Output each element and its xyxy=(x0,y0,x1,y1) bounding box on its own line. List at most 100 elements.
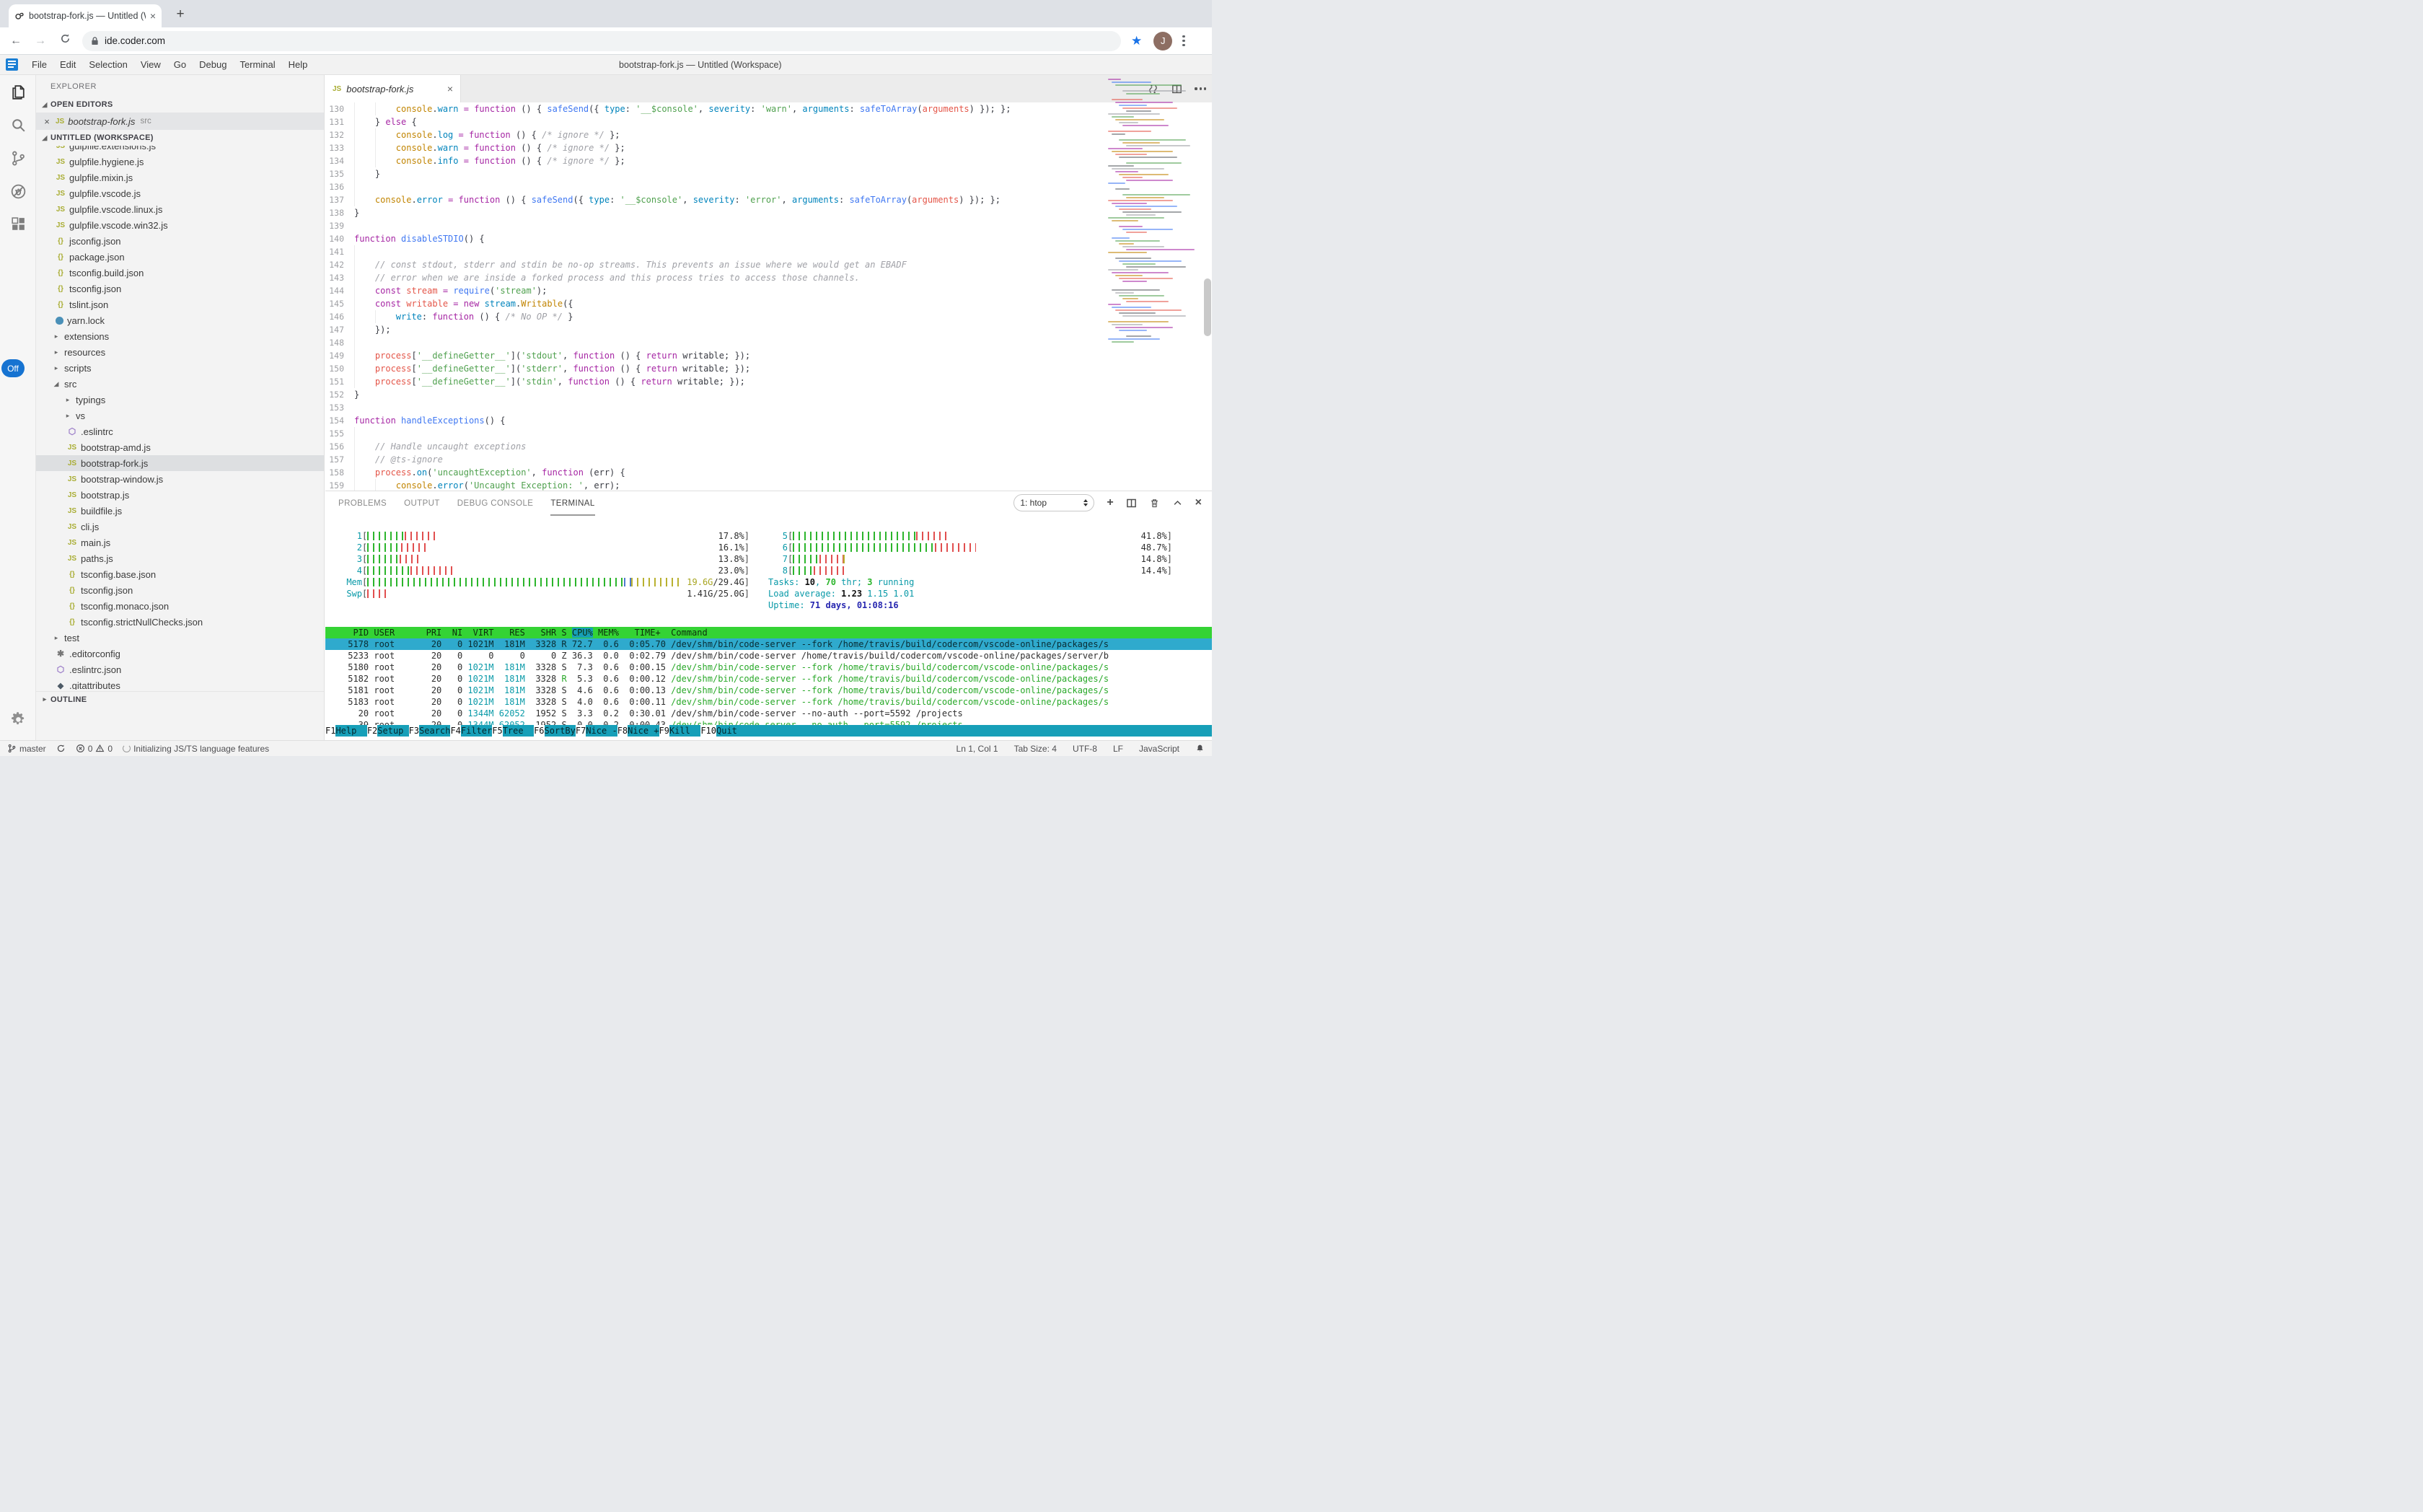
menu-item-go[interactable]: Go xyxy=(167,59,193,70)
tree-item-bootstrap-fork-js[interactable]: JSbootstrap-fork.js xyxy=(36,455,324,471)
htop-fnlabel[interactable]: Quit xyxy=(716,725,747,737)
forward-icon[interactable]: → xyxy=(32,32,49,50)
tree-item--eslintrc[interactable]: ⬡.eslintrc xyxy=(36,423,324,439)
menu-item-terminal[interactable]: Terminal xyxy=(233,59,281,70)
settings-gear-icon[interactable] xyxy=(0,703,36,736)
language-mode[interactable]: JavaScript xyxy=(1139,744,1179,754)
tab-close-icon[interactable]: × xyxy=(447,83,453,94)
avatar[interactable]: J xyxy=(1153,32,1172,50)
tree-item-resources[interactable]: ▸resources xyxy=(36,344,324,360)
kill-terminal-trash-icon[interactable] xyxy=(1149,498,1160,509)
panel-tab-output[interactable]: OUTPUT xyxy=(404,491,440,516)
outline-header[interactable]: ▸ OUTLINE xyxy=(36,691,324,707)
tree-item-jsconfig-json[interactable]: {}jsconfig.json xyxy=(36,233,324,249)
notifications-bell[interactable] xyxy=(1195,744,1205,753)
browser-menu-icon[interactable] xyxy=(1182,35,1185,47)
problems-status[interactable]: 0 0 xyxy=(76,744,113,754)
htop-fnlabel[interactable]: Setup xyxy=(377,725,408,737)
tree-item-src[interactable]: ◢src xyxy=(36,376,324,392)
menu-item-help[interactable]: Help xyxy=(282,59,315,70)
htop-fnkey-f9[interactable]: F9 xyxy=(659,725,669,737)
eol[interactable]: LF xyxy=(1113,744,1123,754)
panel-tab-problems[interactable]: PROBLEMS xyxy=(338,491,387,516)
encoding[interactable]: UTF-8 xyxy=(1073,744,1097,754)
tree-item-gulpfile-vscode-win32-js[interactable]: JSgulpfile.vscode.win32.js xyxy=(36,217,324,233)
tree-item-tsconfig-base-json[interactable]: {}tsconfig.base.json xyxy=(36,566,324,582)
extensions-icon[interactable] xyxy=(0,208,36,241)
tree-item-gulpfile-vscode-js[interactable]: JSgulpfile.vscode.js xyxy=(36,185,324,201)
off-badge[interactable]: Off xyxy=(1,359,25,377)
htop-fnkey-f6[interactable]: F6 xyxy=(534,725,544,737)
language-init-status[interactable]: Initializing JS/TS language features xyxy=(123,744,269,754)
tree-item-bootstrap-window-js[interactable]: JSbootstrap-window.js xyxy=(36,471,324,487)
tree-item--gitattributes[interactable]: ◆.gitattributes xyxy=(36,677,324,690)
htop-fnlabel[interactable]: Nice + xyxy=(628,725,659,737)
tree-item--editorconfig[interactable]: ✱.editorconfig xyxy=(36,646,324,662)
split-terminal-icon[interactable] xyxy=(1126,498,1137,509)
debug-icon[interactable] xyxy=(0,175,36,208)
htop-fnlabel[interactable]: SortBy xyxy=(545,725,576,737)
htop-fnlabel[interactable]: Tree xyxy=(503,725,534,737)
htop-fnkey-f10[interactable]: F10 xyxy=(700,725,716,737)
editor-scrollbar[interactable] xyxy=(1204,278,1211,336)
git-branch-status[interactable]: master xyxy=(7,744,46,754)
tree-item-main-js[interactable]: JSmain.js xyxy=(36,535,324,550)
menu-item-edit[interactable]: Edit xyxy=(53,59,82,70)
htop-fnlabel[interactable]: Nice - xyxy=(586,725,617,737)
maximize-panel-icon[interactable] xyxy=(1172,498,1183,509)
menu-item-debug[interactable]: Debug xyxy=(193,59,233,70)
tree-item-typings[interactable]: ▸typings xyxy=(36,392,324,408)
tree-item-test[interactable]: ▸test xyxy=(36,630,324,646)
tree-item-gulpfile-hygiene-js[interactable]: JSgulpfile.hygiene.js xyxy=(36,154,324,170)
htop-process-row[interactable]: 5233 root 20 0 0 0 0 Z 36.3 0.0 0:02.79 … xyxy=(325,650,1212,662)
tree-item-buildfile-js[interactable]: JSbuildfile.js xyxy=(36,503,324,519)
open-editors-header[interactable]: ◢ OPEN EDITORS xyxy=(36,97,324,113)
htop-table-header[interactable]: PID USER PRI NI VIRT RES SHR S CPU% MEM%… xyxy=(325,627,1212,638)
bookmark-star-icon[interactable]: ★ xyxy=(1131,34,1142,48)
tree-item-scripts[interactable]: ▸scripts xyxy=(36,360,324,376)
terminal-select[interactable]: 1: htop xyxy=(1013,494,1094,511)
tree-item-tsconfig-monaco-json[interactable]: {}tsconfig.monaco.json xyxy=(36,598,324,614)
htop-fnkey-f3[interactable]: F3 xyxy=(409,725,419,737)
tree-item-bootstrap-js[interactable]: JSbootstrap.js xyxy=(36,487,324,503)
panel-tab-debug-console[interactable]: DEBUG CONSOLE xyxy=(457,491,534,516)
tab-size[interactable]: Tab Size: 4 xyxy=(1014,744,1057,754)
tree-item-vs[interactable]: ▸vs xyxy=(36,408,324,423)
source-control-icon[interactable] xyxy=(0,141,36,175)
tree-item-package-json[interactable]: {}package.json xyxy=(36,249,324,265)
close-icon[interactable]: × xyxy=(42,116,52,127)
cursor-position[interactable]: Ln 1, Col 1 xyxy=(957,744,998,754)
close-panel-icon[interactable]: × xyxy=(1195,497,1202,509)
htop-fnlabel[interactable]: Filter xyxy=(461,725,492,737)
htop-process-row[interactable]: 20 root 20 0 1344M 62052 1952 S 3.3 0.2 … xyxy=(325,708,1212,719)
htop-fnkey-f4[interactable]: F4 xyxy=(450,725,460,737)
htop-process-row[interactable]: 5178 root 20 0 1021M 181M 3328 R 72.7 0.… xyxy=(325,638,1212,650)
htop-process-row[interactable]: 5181 root 20 0 1021M 181M 3328 S 4.6 0.6… xyxy=(325,685,1212,696)
search-icon[interactable] xyxy=(0,108,36,141)
tree-item-tsconfig-strictnullchecks-json[interactable]: {}tsconfig.strictNullChecks.json xyxy=(36,614,324,630)
tree-item--eslintrc-json[interactable]: ⬡.eslintrc.json xyxy=(36,662,324,677)
open-editor-item[interactable]: × JS bootstrap-fork.js src xyxy=(36,113,324,130)
terminal[interactable]: 1[17.8%]2[16.1%]3[13.8%]4[23.0%]Mem[19.6… xyxy=(325,516,1212,740)
menu-item-view[interactable]: View xyxy=(134,59,167,70)
htop-fnkey-f2[interactable]: F2 xyxy=(367,725,377,737)
htop-fnkey-f7[interactable]: F7 xyxy=(576,725,586,737)
htop-fnkey-f8[interactable]: F8 xyxy=(617,725,628,737)
tree-item-tsconfig-json[interactable]: {}tsconfig.json xyxy=(36,582,324,598)
tree-item-cli-js[interactable]: JScli.js xyxy=(36,519,324,535)
htop-fnkey-f1[interactable]: F1 xyxy=(325,725,335,737)
explorer-icon[interactable] xyxy=(0,75,36,108)
htop-process-row[interactable]: 5182 root 20 0 1021M 181M 3328 R 5.3 0.6… xyxy=(325,673,1212,685)
htop-fnkey-f5[interactable]: F5 xyxy=(492,725,502,737)
panel-tab-terminal[interactable]: TERMINAL xyxy=(550,491,594,516)
htop-process-row[interactable]: 5183 root 20 0 1021M 181M 3328 S 4.0 0.6… xyxy=(325,696,1212,708)
sync-status[interactable] xyxy=(56,744,66,753)
tab-close-icon[interactable]: × xyxy=(150,11,156,21)
tree-item-gulpfile-mixin-js[interactable]: JSgulpfile.mixin.js xyxy=(36,170,324,185)
tree-item-yarn-lock[interactable]: yarn.lock xyxy=(36,312,324,328)
tree-item-bootstrap-amd-js[interactable]: JSbootstrap-amd.js xyxy=(36,439,324,455)
htop-fnlabel[interactable]: Kill xyxy=(669,725,700,737)
tree-item-tsconfig-build-json[interactable]: {}tsconfig.build.json xyxy=(36,265,324,281)
reload-icon[interactable] xyxy=(56,32,74,50)
editor-tab-bootstrap-fork[interactable]: JS bootstrap-fork.js × xyxy=(325,75,461,102)
